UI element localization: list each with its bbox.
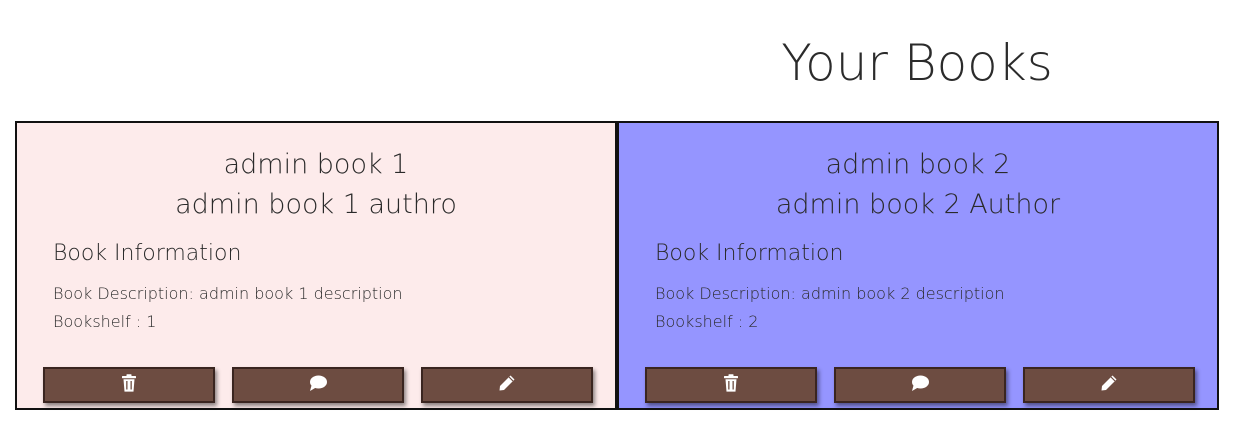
trash-icon <box>721 373 741 397</box>
comment-button[interactable] <box>232 367 404 403</box>
comment-icon <box>910 373 930 397</box>
book-author: admin book 2 Author <box>775 189 1061 220</box>
book-title: admin book 1 <box>223 149 409 180</box>
edit-button[interactable] <box>421 367 593 403</box>
book-title-block: admin book 2 admin book 2 Author <box>619 145 1217 225</box>
book-card: admin book 2 admin book 2 Author Book In… <box>617 121 1219 410</box>
book-title-block: admin book 1 admin book 1 authro <box>17 145 615 225</box>
book-author: admin book 1 authro <box>175 189 457 220</box>
pencil-icon <box>1099 373 1119 397</box>
book-cards: admin book 1 admin book 1 authro Book In… <box>15 121 1219 410</box>
edit-button[interactable] <box>1023 367 1195 403</box>
delete-button[interactable] <box>43 367 215 403</box>
book-actions <box>645 367 1212 403</box>
book-info-heading: Book Information <box>53 241 242 266</box>
book-actions <box>43 367 610 403</box>
page-title: Your Books <box>781 34 1053 92</box>
comment-button[interactable] <box>834 367 1006 403</box>
book-card: admin book 1 admin book 1 authro Book In… <box>15 121 617 410</box>
book-bookshelf: Bookshelf : 1 <box>53 312 157 331</box>
pencil-icon <box>497 373 517 397</box>
book-info-heading: Book Information <box>655 241 844 266</box>
book-description: Book Description: admin book 2 descripti… <box>655 284 1005 303</box>
book-bookshelf: Bookshelf : 2 <box>655 312 759 331</box>
book-description: Book Description: admin book 1 descripti… <box>53 284 403 303</box>
trash-icon <box>119 373 139 397</box>
comment-icon <box>308 373 328 397</box>
book-title: admin book 2 <box>825 149 1011 180</box>
delete-button[interactable] <box>645 367 817 403</box>
